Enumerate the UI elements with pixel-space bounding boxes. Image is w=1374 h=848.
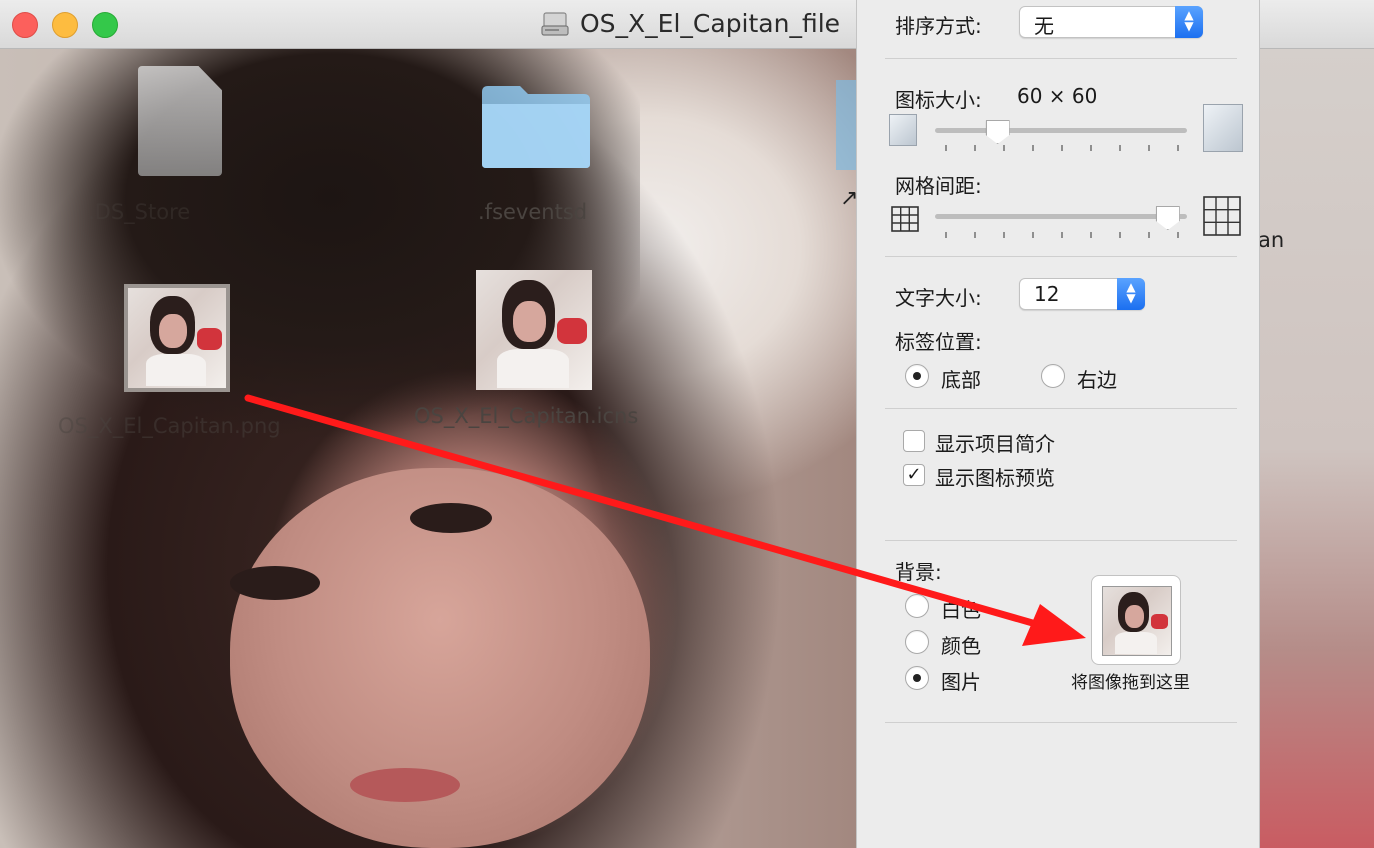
text-size-label: 文字大小: — [895, 286, 982, 310]
icon-size-slider-knob[interactable] — [985, 120, 1010, 144]
slider-tick — [974, 145, 976, 151]
background-picture-label[interactable]: 图片 — [941, 666, 981, 695]
slider-tick — [1119, 232, 1121, 238]
sort-popup[interactable]: 无 ▲ ▼ — [1019, 6, 1203, 38]
slider-tick — [1032, 232, 1034, 238]
slider-tick — [1090, 232, 1092, 238]
drop-image-hint: 将图像拖到这里 — [1071, 673, 1190, 693]
background-color-radio[interactable] — [905, 630, 929, 654]
show-icon-preview-checkbox[interactable]: ✓ — [903, 464, 925, 486]
slider-tick — [1003, 145, 1005, 151]
alias-icon[interactable] — [836, 80, 856, 170]
sort-value: 无 — [1034, 14, 1054, 38]
background-picture-radio[interactable] — [905, 666, 929, 690]
divider — [885, 722, 1237, 723]
label-position-bottom-label[interactable]: 底部 — [941, 364, 981, 393]
folder-icon[interactable] — [480, 80, 592, 170]
label-position-label: 标签位置: — [895, 330, 982, 354]
label-position-right-radio[interactable] — [1041, 364, 1065, 388]
window-title: OS_X_El_Capitan_file — [580, 9, 841, 38]
slider-tick — [1032, 145, 1034, 151]
label-position-bottom-radio[interactable] — [905, 364, 929, 388]
icon-size-label: 图标大小: — [895, 88, 982, 112]
icon-size-track[interactable] — [935, 128, 1187, 133]
grid-spacing-ticks — [945, 232, 1179, 240]
drive-icon — [541, 12, 569, 36]
slider-tick — [1148, 232, 1150, 238]
text-size-value: 12 — [1034, 282, 1060, 306]
background-white-label[interactable]: 白色 — [941, 594, 981, 623]
document-icon[interactable] — [138, 66, 222, 176]
divider — [885, 256, 1237, 257]
desktop-item-label[interactable]: OS_X_El_Capitan.icns — [414, 404, 638, 428]
zoom-button[interactable] — [92, 12, 118, 38]
slider-tick — [945, 232, 947, 238]
photo-thumbnail — [1102, 586, 1172, 656]
show-item-info-label[interactable]: 显示项目简介 — [935, 428, 1055, 457]
small-grid-icon — [891, 206, 919, 232]
slider-tick — [1003, 232, 1005, 238]
text-size-popup[interactable]: 12 ▲ ▼ — [1019, 278, 1145, 310]
slider-tick — [1148, 145, 1150, 151]
grid-spacing-label: 网格间距: — [895, 174, 982, 198]
large-grid-icon — [1203, 196, 1241, 236]
desktop-item-label[interactable]: .DS_Store — [88, 200, 190, 224]
icon-size-ticks — [945, 145, 1179, 153]
icns-file-icon[interactable] — [476, 270, 592, 390]
desktop-item-label[interactable]: .fseventsd — [478, 200, 587, 224]
photo-thumbnail — [128, 288, 226, 388]
divider — [885, 58, 1237, 59]
chevron-updown-icon: ▲ ▼ — [1175, 6, 1203, 38]
divider — [885, 540, 1237, 541]
desktop-item-label[interactable]: OS_X_El_Capitan.png — [58, 414, 281, 438]
desktop-item-label[interactable]: an — [1258, 228, 1284, 252]
slider-tick — [1177, 232, 1179, 238]
background-label: 背景: — [895, 560, 942, 584]
label-position-right-label[interactable]: 右边 — [1077, 364, 1117, 393]
small-app-icon — [889, 114, 917, 146]
slider-tick — [1090, 145, 1092, 151]
grid-spacing-slider-knob[interactable] — [1155, 206, 1180, 230]
background-color-label[interactable]: 颜色 — [941, 630, 981, 659]
grid-spacing-track[interactable] — [935, 214, 1187, 219]
divider — [885, 408, 1237, 409]
image-file-icon[interactable] — [124, 284, 230, 392]
photo-thumbnail — [476, 270, 592, 390]
sort-label: 排序方式: — [895, 14, 982, 38]
background-white-radio[interactable] — [905, 594, 929, 618]
slider-tick — [1061, 145, 1063, 151]
slider-tick — [945, 145, 947, 151]
show-item-info-checkbox[interactable] — [903, 430, 925, 452]
show-icon-preview-label[interactable]: 显示图标预览 — [935, 462, 1055, 491]
slider-tick — [1061, 232, 1063, 238]
close-button[interactable] — [12, 12, 38, 38]
slider-tick — [1177, 145, 1179, 151]
view-options-panel: 排序方式: 无 ▲ ▼ 图标大小: 60 × 60 网格间距: 文字大小: 12 … — [856, 0, 1260, 848]
slider-tick — [974, 232, 976, 238]
minimize-button[interactable] — [52, 12, 78, 38]
icon-size-value: 60 × 60 — [1017, 84, 1098, 108]
chevron-updown-icon: ▲ ▼ — [1117, 278, 1145, 310]
background-image-well[interactable] — [1091, 575, 1181, 665]
slider-tick — [1119, 145, 1121, 151]
large-app-icon — [1203, 104, 1243, 152]
